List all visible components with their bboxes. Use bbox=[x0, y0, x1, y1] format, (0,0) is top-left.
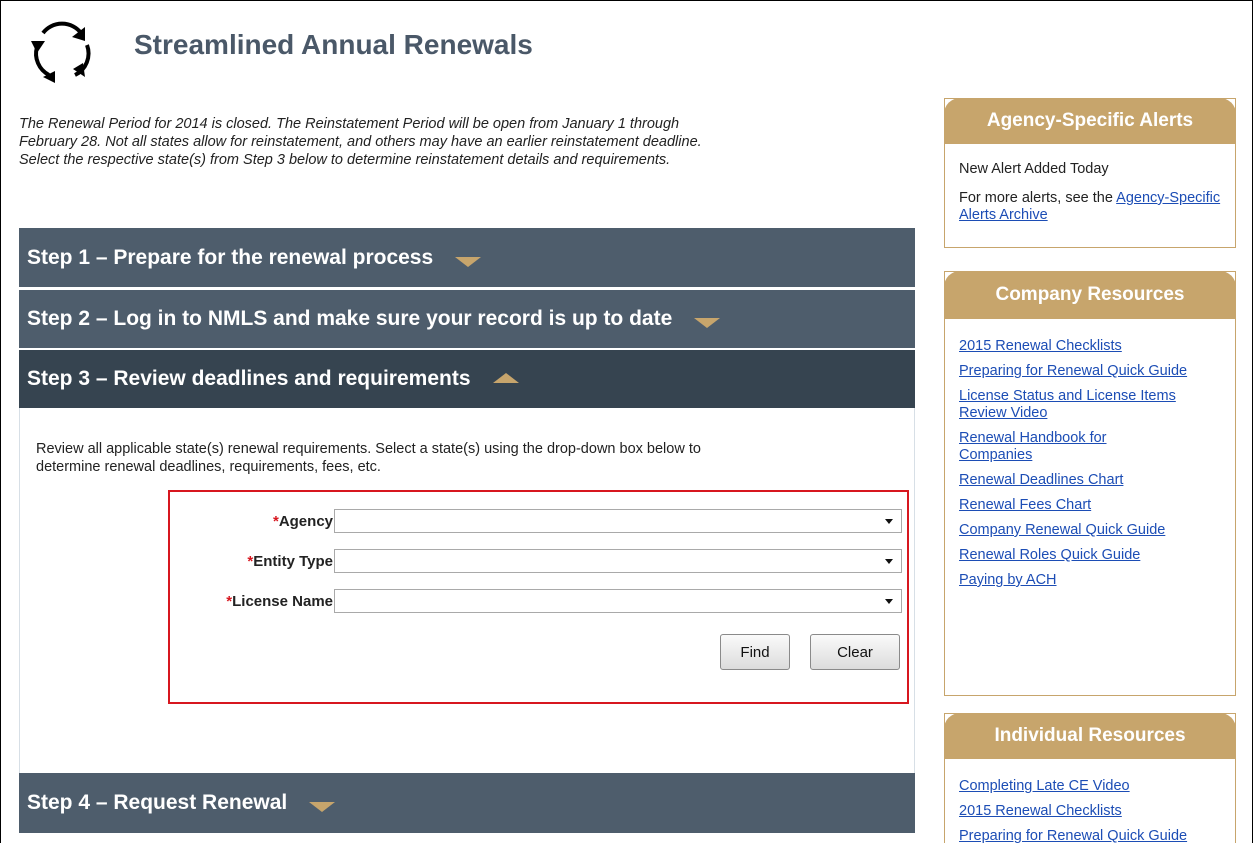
step-3-description: Review all applicable state(s) renewal r… bbox=[36, 441, 701, 475]
agency-select[interactable] bbox=[334, 509, 902, 533]
entity-type-label: *Entity Type: bbox=[247, 552, 338, 570]
company-resource-link[interactable]: Renewal Fees Chart bbox=[959, 497, 1229, 514]
step-4-header[interactable]: Step 4 – Request Renewal bbox=[19, 773, 915, 833]
panel-title: Individual Resources bbox=[944, 713, 1236, 759]
individual-resource-link[interactable]: Completing Late CE Video bbox=[959, 778, 1229, 795]
individual-resources-panel: Individual Resources Completing Late CE … bbox=[944, 713, 1236, 843]
company-resource-link[interactable]: Renewal Roles Quick Guide bbox=[959, 547, 1229, 564]
expand-arrow-icon bbox=[309, 802, 336, 812]
search-form: *Agency: *Entity Type: *License Name: Fi… bbox=[168, 490, 909, 704]
entity-type-row: *Entity Type: bbox=[170, 548, 911, 574]
step-2-header[interactable]: Step 2 – Log in to NMLS and make sure yo… bbox=[19, 290, 915, 348]
dropdown-caret-icon bbox=[885, 599, 893, 604]
company-resource-link[interactable]: License Status and License Items Review … bbox=[959, 388, 1209, 422]
intro-text: The Renewal Period for 2014 is closed. T… bbox=[19, 116, 702, 168]
find-button[interactable]: Find bbox=[720, 634, 790, 670]
collapse-arrow-icon bbox=[492, 373, 519, 383]
step-1-header[interactable]: Step 1 – Prepare for the renewal process bbox=[19, 228, 915, 287]
license-name-select[interactable] bbox=[334, 589, 902, 613]
clear-button[interactable]: Clear bbox=[810, 634, 900, 670]
agency-row: *Agency: bbox=[170, 508, 911, 534]
new-alert-text: New Alert Added Today bbox=[959, 161, 1109, 177]
company-resource-link[interactable]: Preparing for Renewal Quick Guide bbox=[959, 363, 1209, 380]
dropdown-caret-icon bbox=[885, 559, 893, 564]
page-title: Streamlined Annual Renewals bbox=[134, 29, 533, 60]
entity-type-select[interactable] bbox=[334, 549, 902, 573]
step-3-header[interactable]: Step 3 – Review deadlines and requiremen… bbox=[19, 350, 915, 408]
company-resources-panel: Company Resources 2015 Renewal Checklist… bbox=[944, 271, 1236, 696]
expand-arrow-icon bbox=[694, 318, 721, 328]
agency-alerts-panel: Agency-Specific Alerts New Alert Added T… bbox=[944, 98, 1236, 248]
company-resource-link[interactable]: Renewal Handbook for Companies bbox=[959, 430, 1159, 464]
dropdown-caret-icon bbox=[885, 519, 893, 524]
expand-arrow-icon bbox=[455, 256, 482, 267]
panel-title: Company Resources bbox=[944, 271, 1236, 319]
license-name-row: *License Name: bbox=[170, 588, 911, 614]
company-resource-link[interactable]: Company Renewal Quick Guide bbox=[959, 522, 1229, 539]
individual-resource-link[interactable]: 2015 Renewal Checklists bbox=[959, 803, 1229, 820]
panel-title: Agency-Specific Alerts bbox=[944, 98, 1236, 144]
agency-label: *Agency: bbox=[272, 512, 338, 530]
refresh-cycle-icon bbox=[31, 21, 91, 83]
license-name-label: *License Name: bbox=[226, 592, 338, 610]
page-frame: Streamlined Annual Renewals The Renewal … bbox=[0, 0, 1253, 843]
company-resource-link[interactable]: Renewal Deadlines Chart bbox=[959, 472, 1229, 489]
company-resource-link[interactable]: Paying by ACH bbox=[959, 572, 1229, 589]
step-3-content: Review all applicable state(s) renewal r… bbox=[19, 408, 915, 773]
company-resource-link[interactable]: 2015 Renewal Checklists bbox=[959, 338, 1229, 355]
individual-resource-link[interactable]: Preparing for Renewal Quick Guide bbox=[959, 828, 1229, 843]
